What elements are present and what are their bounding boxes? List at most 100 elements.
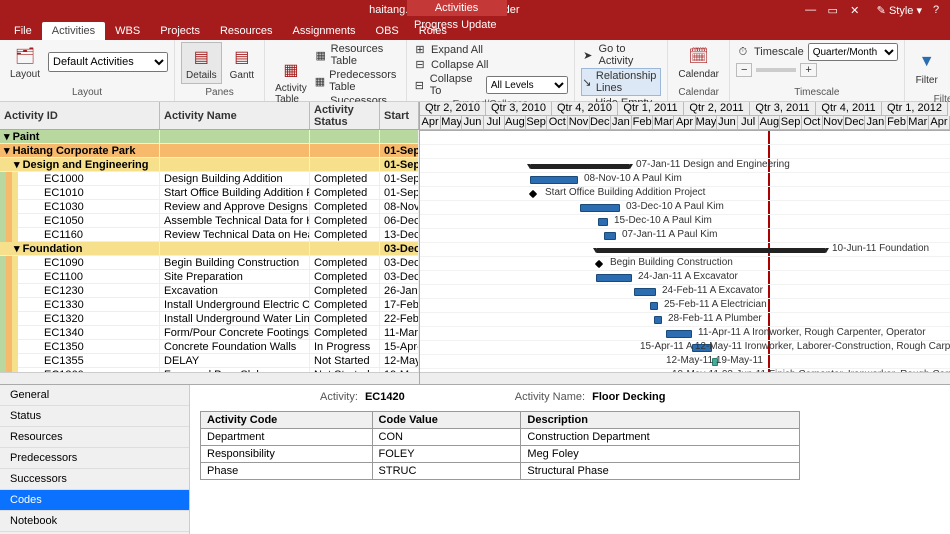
grid-row[interactable]: EC1355DELAYNot Started12-May-11	[0, 354, 419, 368]
grid-row[interactable]: ▾ Haitang Corporate Park01-Sep-10	[0, 144, 419, 158]
grid-row[interactable]: EC1000Design Building AdditionCompleted0…	[0, 172, 419, 186]
detail-tab-notebook[interactable]: Notebook	[0, 511, 189, 532]
relationship-lines-button[interactable]: ↘Relationship Lines	[581, 68, 662, 96]
grid-row[interactable]: EC1320Install Underground Water LinesCom…	[0, 312, 419, 326]
gantt-row[interactable]: 15-Dec-10 A Paul Kim	[420, 215, 950, 229]
gantt-row[interactable]: 11-Apr-11 A Ironworker, Rough Carpenter,…	[420, 327, 950, 341]
gantt-bar[interactable]	[595, 260, 603, 268]
tab-projects[interactable]: Projects	[150, 22, 210, 40]
gantt-row[interactable]: 08-Nov-10 A Paul Kim	[420, 173, 950, 187]
gantt-row[interactable]: 07-Jan-11 Design and Engineering	[420, 159, 950, 173]
detail-tab-general[interactable]: General	[0, 385, 189, 406]
grid-row[interactable]: EC1340Form/Pour Concrete FootingsComplet…	[0, 326, 419, 340]
grid-row[interactable]: EC1090Begin Building ConstructionComplet…	[0, 256, 419, 270]
grid-row[interactable]: EC1350Concrete Foundation WallsIn Progre…	[0, 340, 419, 354]
tab-progress-update[interactable]: Progress Update	[404, 16, 507, 34]
tab-wbs[interactable]: WBS	[105, 22, 150, 40]
detail-tab-predecessors[interactable]: Predecessors	[0, 448, 189, 469]
restore-button[interactable]: ▭	[825, 4, 841, 17]
gantt-row[interactable]: 10-Jun-11 Foundation	[420, 243, 950, 257]
grid-row[interactable]: EC1100Site PreparationCompleted03-Dec-10…	[0, 270, 419, 284]
tab-file[interactable]: File	[4, 22, 42, 40]
ribbon-calendar-group: 🗓Calendar Calendar	[668, 40, 730, 101]
gantt-bar[interactable]	[654, 316, 662, 324]
tab-assignments[interactable]: Assignments	[283, 22, 366, 40]
gantt-bar[interactable]	[580, 204, 620, 212]
expand-all-button[interactable]: ⊞Expand All	[413, 42, 568, 57]
gantt-bar[interactable]	[596, 274, 632, 282]
grid-row[interactable]: EC1230ExcavationCompleted26-Jan-11 A	[0, 284, 419, 298]
detail-tab-successors[interactable]: Successors	[0, 469, 189, 490]
gantt-row[interactable]: 24-Feb-11 A Excavator	[420, 285, 950, 299]
zoom-out-button[interactable]: −	[736, 63, 752, 77]
gantt-row[interactable]: 12-May-11 19-May-11	[420, 355, 950, 369]
gantt-row[interactable]: 03-Dec-10 A Paul Kim	[420, 201, 950, 215]
code-row[interactable]: DepartmentCONConstruction Department	[201, 429, 800, 446]
grid-row[interactable]: EC1050Assemble Technical Data for HeatCo…	[0, 214, 419, 228]
gantt-scrollbar[interactable]	[420, 372, 950, 384]
zoom-in-button[interactable]: +	[800, 63, 816, 77]
grid-row[interactable]: EC1330Install Underground Electric Condu…	[0, 298, 419, 312]
style-dropdown[interactable]: ✎ Style ▾	[877, 4, 922, 17]
grid-scrollbar[interactable]	[0, 372, 419, 384]
gantt-bar[interactable]	[529, 190, 537, 198]
gantt-row[interactable]	[420, 131, 950, 145]
col-activity-id[interactable]: Activity ID	[0, 102, 160, 129]
ribbon-expand-group: ⊞Expand All ⊟Collapse All ⊟Collapse ToAl…	[407, 40, 575, 101]
grid-row[interactable]: ▾ Design and Engineering01-Sep-10	[0, 158, 419, 172]
grid-row[interactable]: ▾ Foundation03-Dec-10	[0, 242, 419, 256]
timescale-select[interactable]: Quarter/Month	[808, 43, 898, 61]
gantt-bar[interactable]	[604, 232, 616, 240]
resources-table-button[interactable]: ▦Resources Table	[315, 42, 400, 68]
code-row[interactable]: ResponsibilityFOLEYMeg Foley	[201, 446, 800, 463]
calendar-button[interactable]: 🗓Calendar	[674, 42, 723, 82]
gantt-row[interactable]: 15-Apr-11 A 12-May-11 Ironworker, Labore…	[420, 341, 950, 355]
gantt-bar[interactable]	[666, 330, 692, 338]
gantt-bar[interactable]	[530, 176, 578, 184]
ribbon-panes-group: ▤Details ▤Gantt Panes	[175, 40, 265, 101]
tab-resources[interactable]: Resources	[210, 22, 283, 40]
gantt-bar[interactable]	[598, 218, 608, 226]
gantt-row[interactable]: Start Office Building Addition Project	[420, 187, 950, 201]
context-label: Activities	[407, 0, 507, 16]
gantt-row[interactable]: Begin Building Construction	[420, 257, 950, 271]
collapse-to-button[interactable]: ⊟Collapse ToAll Levels	[413, 72, 568, 98]
gantt-bar[interactable]	[650, 302, 658, 310]
detail-tab-resources[interactable]: Resources	[0, 427, 189, 448]
detail-tab-codes[interactable]: Codes	[0, 490, 189, 511]
gantt-row[interactable]: 24-Jan-11 A Excavator	[420, 271, 950, 285]
gantt-bar[interactable]	[634, 288, 656, 296]
layout-button[interactable]: 🗂Layout	[6, 42, 44, 82]
grid-row[interactable]: EC1010Start Office Building Addition Pro…	[0, 186, 419, 200]
col-activity-status[interactable]: Activity Status	[310, 102, 380, 129]
gantt-row[interactable]: 19-May-11 03-Jun-11 Finish Carpenter, Ir…	[420, 369, 950, 372]
collapse-all-button[interactable]: ⊟Collapse All	[413, 57, 568, 72]
gantt-bar[interactable]	[596, 248, 826, 253]
col-start[interactable]: Start	[380, 102, 419, 129]
grid-row[interactable]: EC1160Review Technical Data on Heat Pump…	[0, 228, 419, 242]
gantt-row[interactable]: 25-Feb-11 A Electrician	[420, 299, 950, 313]
activity-table-button[interactable]: ▦Activity Table	[271, 56, 311, 107]
filter-button[interactable]: ▼Filter	[911, 48, 943, 88]
gantt-button[interactable]: ▤Gantt	[226, 43, 258, 83]
detail-tab-status[interactable]: Status	[0, 406, 189, 427]
col-activity-name[interactable]: Activity Name	[160, 102, 310, 129]
details-button[interactable]: ▤Details	[181, 42, 222, 84]
gantt-row[interactable]: 28-Feb-11 A Plumber	[420, 313, 950, 327]
predecessors-table-button[interactable]: ▦Predecessors Table	[315, 68, 400, 94]
ribbon-layout-group: 🗂Layout Default Activities Layout	[0, 40, 175, 101]
timescale-button[interactable]: ⏱TimescaleQuarter/Month	[736, 42, 898, 62]
tab-activities[interactable]: Activities	[42, 22, 105, 40]
collapse-level-select[interactable]: All Levels	[486, 76, 568, 94]
layout-select[interactable]: Default Activities	[48, 52, 168, 72]
goto-activity-button[interactable]: ➤Go to Activity	[581, 42, 662, 68]
grid-row[interactable]: ▾ Paint	[0, 130, 419, 144]
gantt-row[interactable]: 07-Jan-11 A Paul Kim	[420, 229, 950, 243]
gantt-row[interactable]	[420, 145, 950, 159]
grid-row[interactable]: EC1030Review and Approve DesignsComplete…	[0, 200, 419, 214]
minimize-button[interactable]: —	[803, 4, 819, 16]
code-row[interactable]: PhaseSTRUCStructural Phase	[201, 463, 800, 480]
gantt-bar[interactable]	[530, 164, 630, 169]
close-button[interactable]: ✕	[847, 4, 863, 17]
help-button[interactable]: ?	[928, 4, 944, 16]
